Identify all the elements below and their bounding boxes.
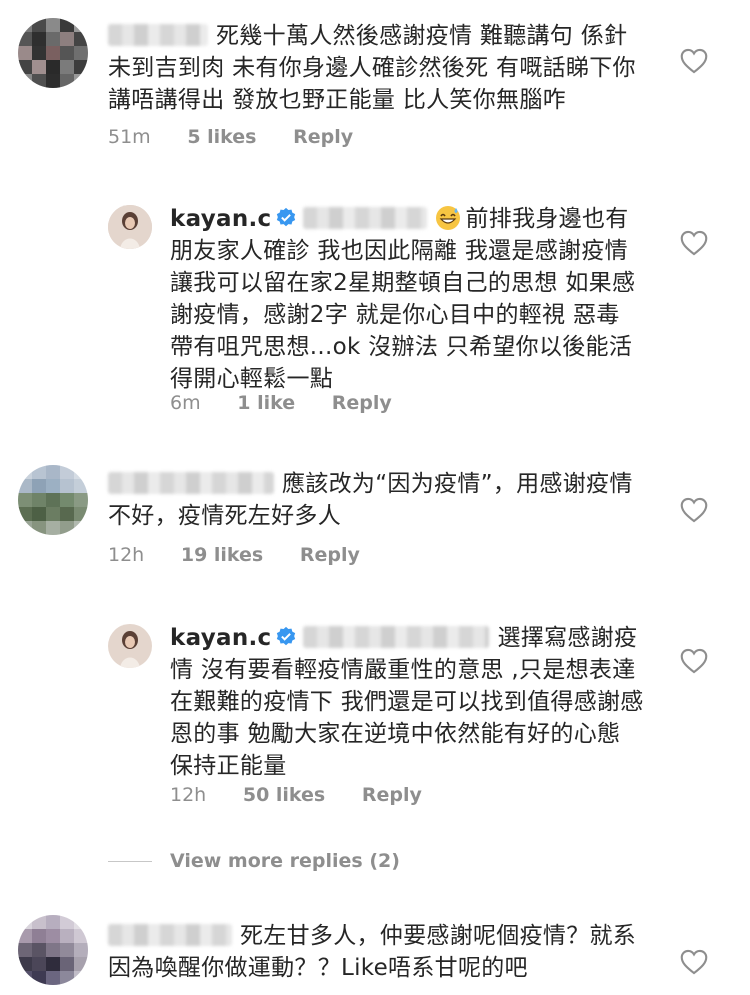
comment-time: 12h [170,784,207,806]
blurred-username[interactable] [108,24,208,46]
blurred-username[interactable] [108,472,274,494]
heart-icon[interactable] [680,497,708,523]
heart-icon[interactable] [680,648,708,674]
comment-text: 死左甘多人，仲要感謝呢個疫情？就系因為喚醒你做運動？？Like唔系甘呢的吧 [108,923,637,981]
comment-time: 12h [108,544,145,566]
reply-button[interactable]: Reply [293,126,353,148]
profile-photo [108,624,152,668]
verified-badge-icon [277,626,296,646]
view-more-label: View more replies (2) [170,850,400,872]
view-more-replies-button[interactable]: View more replies (2) [108,850,400,872]
comment-meta: 51m 5 likes Reply [108,126,383,148]
avatar[interactable] [18,465,88,535]
divider [108,861,152,862]
reply-button[interactable]: Reply [332,392,392,414]
likes-count[interactable]: 1 like [237,392,295,414]
profile-photo [108,205,152,249]
username[interactable]: kayan.c [170,625,271,651]
reply-button[interactable]: Reply [362,784,422,806]
reply-button[interactable]: Reply [300,544,360,566]
comment-time: 6m [170,392,201,414]
grinning-sweat-emoji-icon [436,206,461,230]
comment-text: 死幾十萬人然後感謝疫情 難聽講句 係針未到吉到肉 未有你身邊人確診然後死 有嘅話… [108,23,636,113]
avatar[interactable] [108,205,152,249]
likes-count[interactable]: 50 likes [243,784,325,806]
heart-icon[interactable] [680,949,708,975]
heart-icon[interactable] [680,230,708,256]
blurred-mention[interactable] [303,626,490,648]
likes-count[interactable]: 19 likes [181,544,263,566]
comment-meta: 12h 19 likes Reply [108,544,390,566]
comment-text: kayan.c 前排我身邊也有朋友家人確診 我也因此隔離 我還是感謝疫情 讓我可以… [170,206,636,392]
username[interactable]: kayan.c [170,206,271,232]
comment-text: 應該改为“因为疫情”，用感谢疫情不好，疫情死左好多人 [108,471,633,529]
likes-count[interactable]: 5 likes [187,126,256,148]
verified-badge-icon [277,207,296,227]
comment-text: kayan.c 選擇寫感謝疫情 沒有要看輕疫情嚴重性的意思 ,只是想表達 在艱難的… [170,625,644,779]
comment-meta: 6m 1 like Reply [170,392,422,414]
avatar[interactable] [18,18,88,88]
avatar[interactable] [18,915,88,985]
blurred-mention[interactable] [303,207,428,229]
heart-icon[interactable] [680,48,708,74]
blurred-username[interactable] [108,924,232,946]
comment-time: 51m [108,126,151,148]
comment-meta: 12h 50 likes Reply [170,784,452,806]
avatar[interactable] [108,624,152,668]
